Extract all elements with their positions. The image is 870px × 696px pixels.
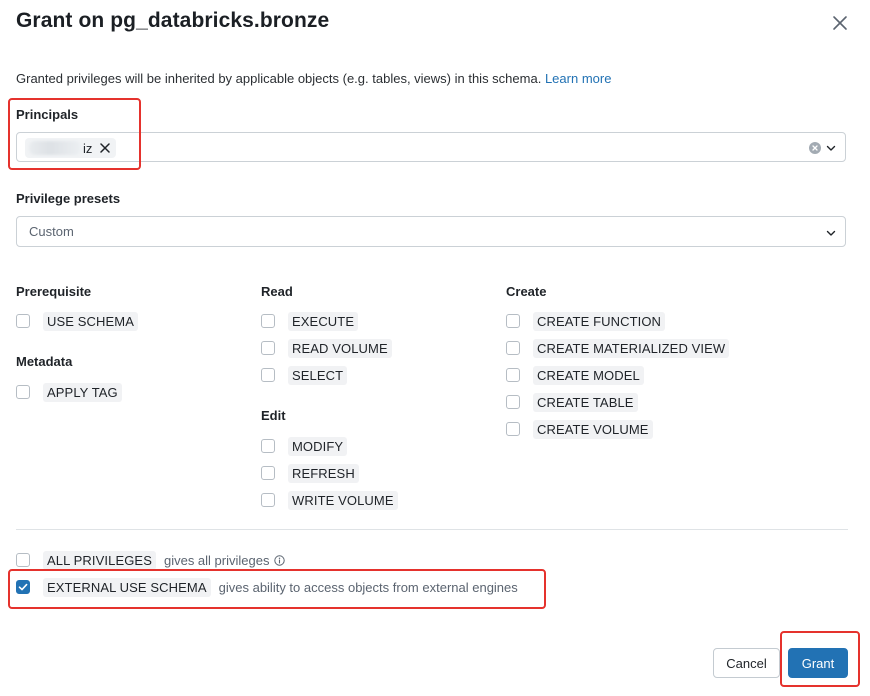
principals-select[interactable]: iz — [16, 132, 846, 162]
close-icon[interactable] — [831, 14, 849, 32]
privilege-select[interactable]: SELECT — [261, 365, 348, 385]
privilege-read-volume[interactable]: READ VOLUME — [261, 338, 392, 358]
privilege-label: CREATE MODEL — [533, 365, 644, 385]
divider — [16, 529, 848, 530]
privilege-create-model[interactable]: CREATE MODEL — [506, 365, 644, 385]
privilege-create-volume[interactable]: CREATE VOLUME — [506, 419, 653, 439]
privilege-label: CREATE FUNCTION — [533, 311, 666, 331]
privilege-create-table[interactable]: CREATE TABLE — [506, 392, 638, 412]
privilege-execute[interactable]: EXECUTE — [261, 311, 359, 331]
group-read-title: Read — [261, 284, 293, 299]
privilege-create-materialized-view[interactable]: CREATE MATERIALIZED VIEW — [506, 338, 730, 358]
privilege-label: USE SCHEMA — [43, 311, 138, 331]
checkbox[interactable] — [261, 368, 275, 382]
group-prerequisite-title: Prerequisite — [16, 284, 92, 299]
checkbox[interactable] — [506, 368, 520, 382]
grant-button[interactable]: Grant — [788, 648, 848, 678]
privilege-apply-tag[interactable]: APPLY TAG — [16, 382, 122, 402]
privilege-label: READ VOLUME — [288, 338, 392, 358]
clear-icon[interactable] — [809, 142, 821, 154]
privilege-label: WRITE VOLUME — [288, 490, 398, 510]
chevron-down-icon[interactable] — [826, 228, 836, 238]
privilege-label: EXECUTE — [288, 311, 359, 331]
privilege-refresh[interactable]: REFRESH — [261, 463, 359, 483]
checkbox[interactable] — [506, 341, 520, 355]
checkbox[interactable] — [506, 395, 520, 409]
checkbox[interactable] — [261, 341, 275, 355]
checkbox[interactable] — [261, 466, 275, 480]
privilege-all-privileges[interactable]: ALL PRIVILEGES gives all privileges — [16, 550, 286, 570]
principals-label: Principals — [16, 107, 79, 122]
presets-select[interactable]: Custom — [16, 216, 846, 247]
checkbox[interactable] — [261, 493, 275, 507]
group-create-title: Create — [506, 284, 547, 299]
privilege-label: CREATE MATERIALIZED VIEW — [533, 338, 730, 358]
checkbox[interactable] — [261, 314, 275, 328]
remove-chip-icon[interactable] — [100, 143, 111, 153]
privilege-label: CREATE TABLE — [533, 392, 638, 412]
dialog-title: Grant on pg_databricks.bronze — [16, 9, 330, 32]
principal-chip-text: iz — [83, 140, 93, 156]
privilege-hint: gives all privileges — [163, 552, 270, 568]
checkmark-icon — [18, 583, 28, 591]
checkbox[interactable] — [16, 580, 30, 594]
checkbox[interactable] — [506, 422, 520, 436]
privilege-label: EXTERNAL USE SCHEMA — [43, 577, 211, 597]
privilege-label: SELECT — [288, 365, 348, 385]
privilege-hint: gives ability to access objects from ext… — [218, 579, 518, 595]
dialog-description: Granted privileges will be inherited by … — [16, 71, 611, 86]
privilege-use-schema[interactable]: USE SCHEMA — [16, 311, 138, 331]
description-text: Granted privileges will be inherited by … — [16, 71, 542, 86]
privilege-create-function[interactable]: CREATE FUNCTION — [506, 311, 666, 331]
redacted-name — [29, 141, 81, 155]
cancel-button[interactable]: Cancel — [713, 648, 780, 678]
privilege-external-use-schema[interactable]: EXTERNAL USE SCHEMA gives ability to acc… — [16, 577, 518, 597]
privilege-label: APPLY TAG — [43, 382, 122, 402]
checkbox[interactable] — [16, 553, 30, 567]
info-icon[interactable] — [274, 554, 286, 566]
presets-label: Privilege presets — [16, 191, 121, 206]
presets-value: Custom — [29, 224, 74, 239]
privilege-label: ALL PRIVILEGES — [43, 550, 156, 570]
privilege-label: CREATE VOLUME — [533, 419, 653, 439]
privilege-label: MODIFY — [288, 436, 348, 456]
group-edit-title: Edit — [261, 408, 286, 423]
learn-more-link[interactable]: Learn more — [545, 71, 611, 86]
privilege-modify[interactable]: MODIFY — [261, 436, 348, 456]
principal-chip: iz — [25, 138, 117, 158]
checkbox[interactable] — [506, 314, 520, 328]
group-metadata-title: Metadata — [16, 354, 73, 369]
checkbox[interactable] — [261, 439, 275, 453]
privilege-write-volume[interactable]: WRITE VOLUME — [261, 490, 398, 510]
chevron-down-icon[interactable] — [826, 143, 836, 153]
privilege-label: REFRESH — [288, 463, 359, 483]
checkbox[interactable] — [16, 314, 30, 328]
checkbox[interactable] — [16, 385, 30, 399]
